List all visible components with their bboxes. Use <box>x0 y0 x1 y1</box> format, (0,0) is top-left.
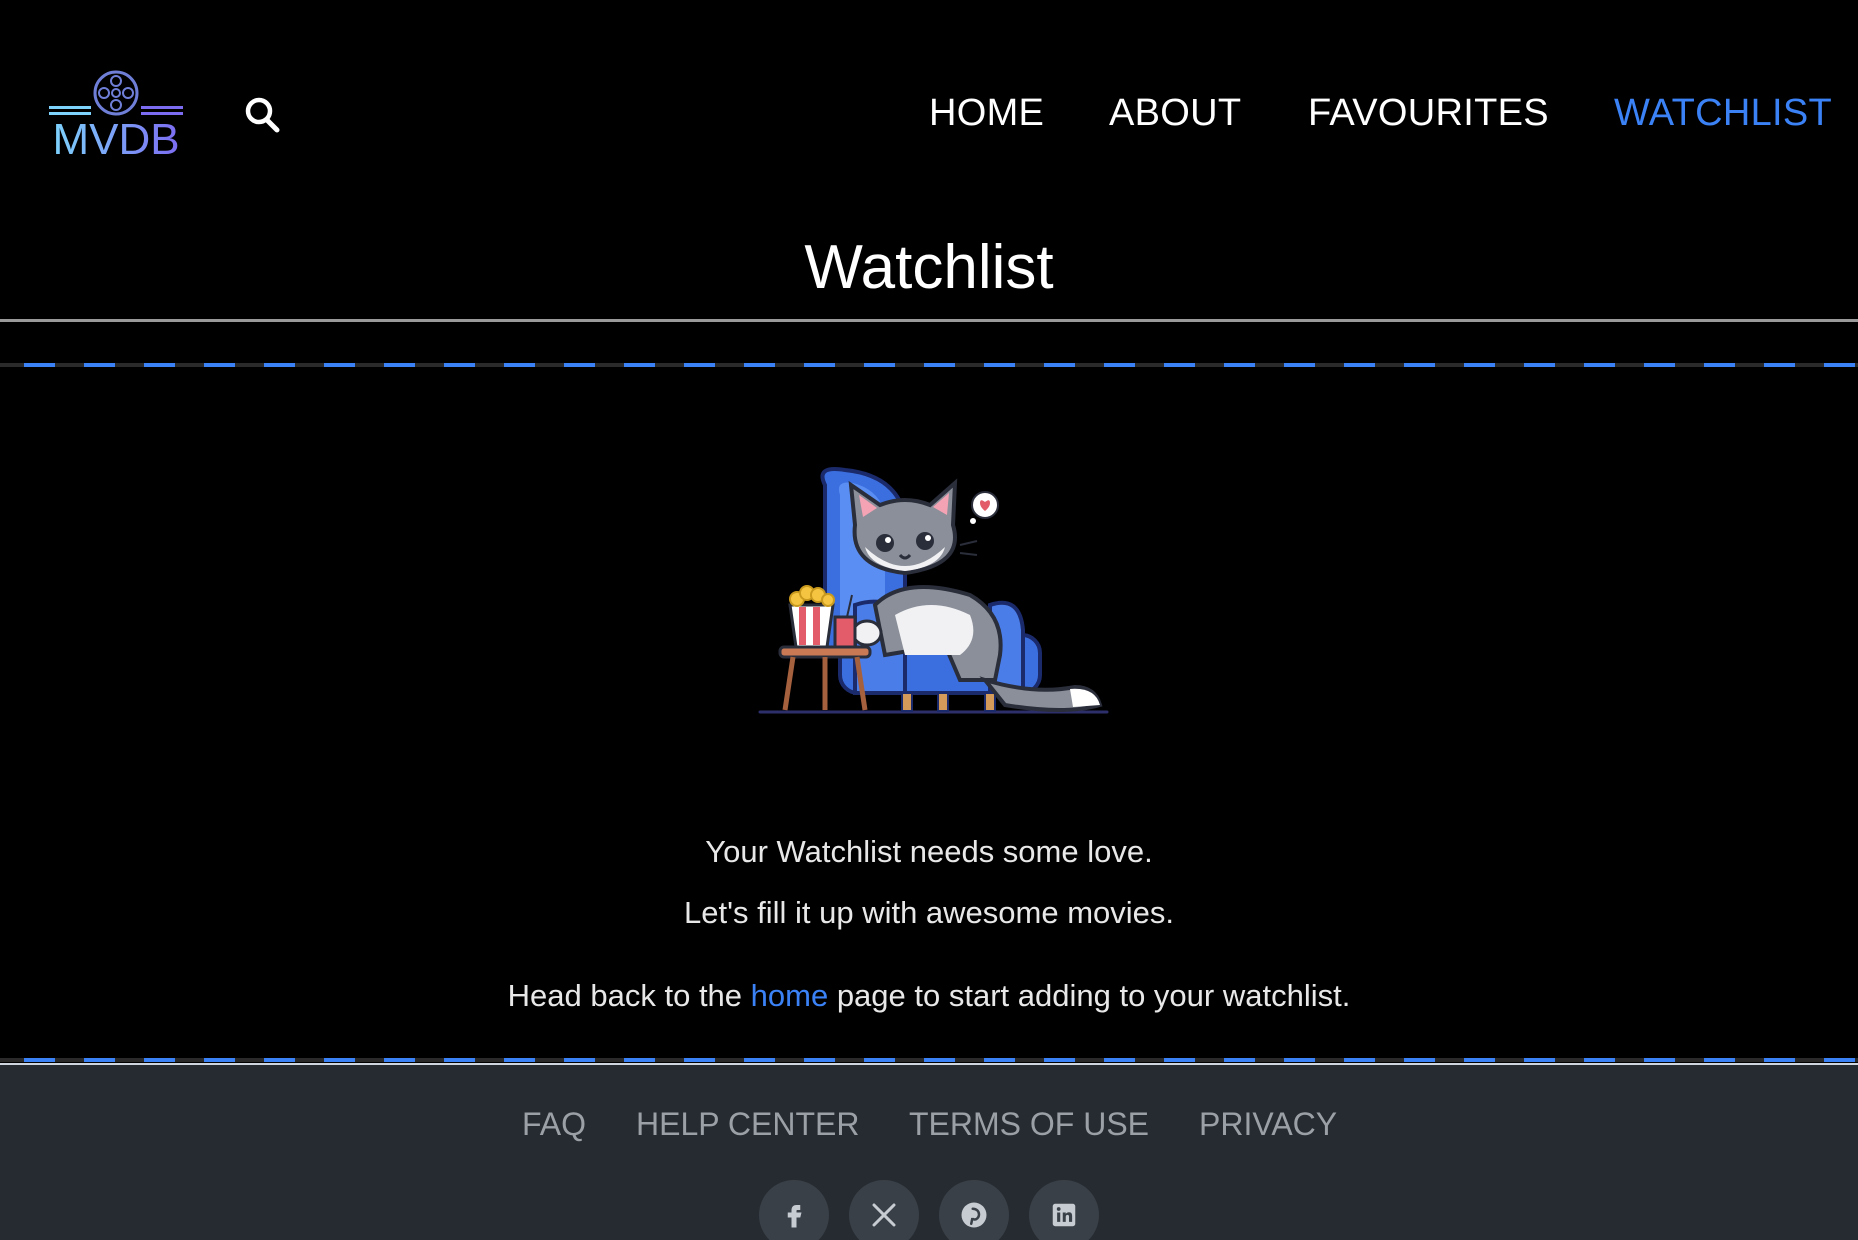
cat-on-armchair-illustration <box>758 467 1109 714</box>
empty-state-cta: Head back to the home page to start addi… <box>0 977 1858 1015</box>
x-icon[interactable] <box>849 1180 919 1240</box>
site-footer: FAQ HELP CENTER TERMS OF USE PRIVACY <box>0 1063 1858 1240</box>
search-icon[interactable] <box>243 94 283 136</box>
facebook-icon[interactable] <box>759 1180 829 1240</box>
cta-suffix: page to start adding to your watchlist. <box>828 978 1351 1013</box>
footer-link-help-center[interactable]: HELP CENTER <box>636 1101 859 1147</box>
dashed-divider-bottom <box>0 1058 1858 1062</box>
footer-links: FAQ HELP CENTER TERMS OF USE PRIVACY <box>0 1101 1858 1147</box>
title-divider <box>0 319 1858 322</box>
nav-home[interactable]: HOME <box>929 90 1044 136</box>
nav-watchlist[interactable]: WATCHLIST <box>1614 90 1832 136</box>
pinterest-icon[interactable] <box>939 1180 1009 1240</box>
empty-state-line-1: Your Watchlist needs some love. <box>705 834 1153 869</box>
nav-favourites[interactable]: FAVOURITES <box>1308 90 1549 136</box>
footer-link-faq[interactable]: FAQ <box>522 1101 586 1147</box>
empty-state-line-2: Let's fill it up with awesome movies. <box>683 895 1175 930</box>
nav-about[interactable]: ABOUT <box>1109 90 1241 136</box>
home-link[interactable]: home <box>751 978 829 1013</box>
page-title: Watchlist <box>804 233 1054 302</box>
site-header: MVDB HOME ABOUT FAVOURITES WATCHLIST <box>0 0 1858 215</box>
linkedin-icon[interactable] <box>1029 1180 1099 1240</box>
social-links <box>0 1180 1858 1240</box>
footer-link-privacy[interactable]: PRIVACY <box>1199 1101 1337 1147</box>
dashed-divider-top <box>0 363 1858 367</box>
cta-prefix: Head back to the <box>507 978 751 1013</box>
footer-link-terms[interactable]: TERMS OF USE <box>909 1101 1149 1147</box>
logo-text: MVDB <box>52 115 179 164</box>
mvdb-logo[interactable]: MVDB <box>44 68 194 164</box>
